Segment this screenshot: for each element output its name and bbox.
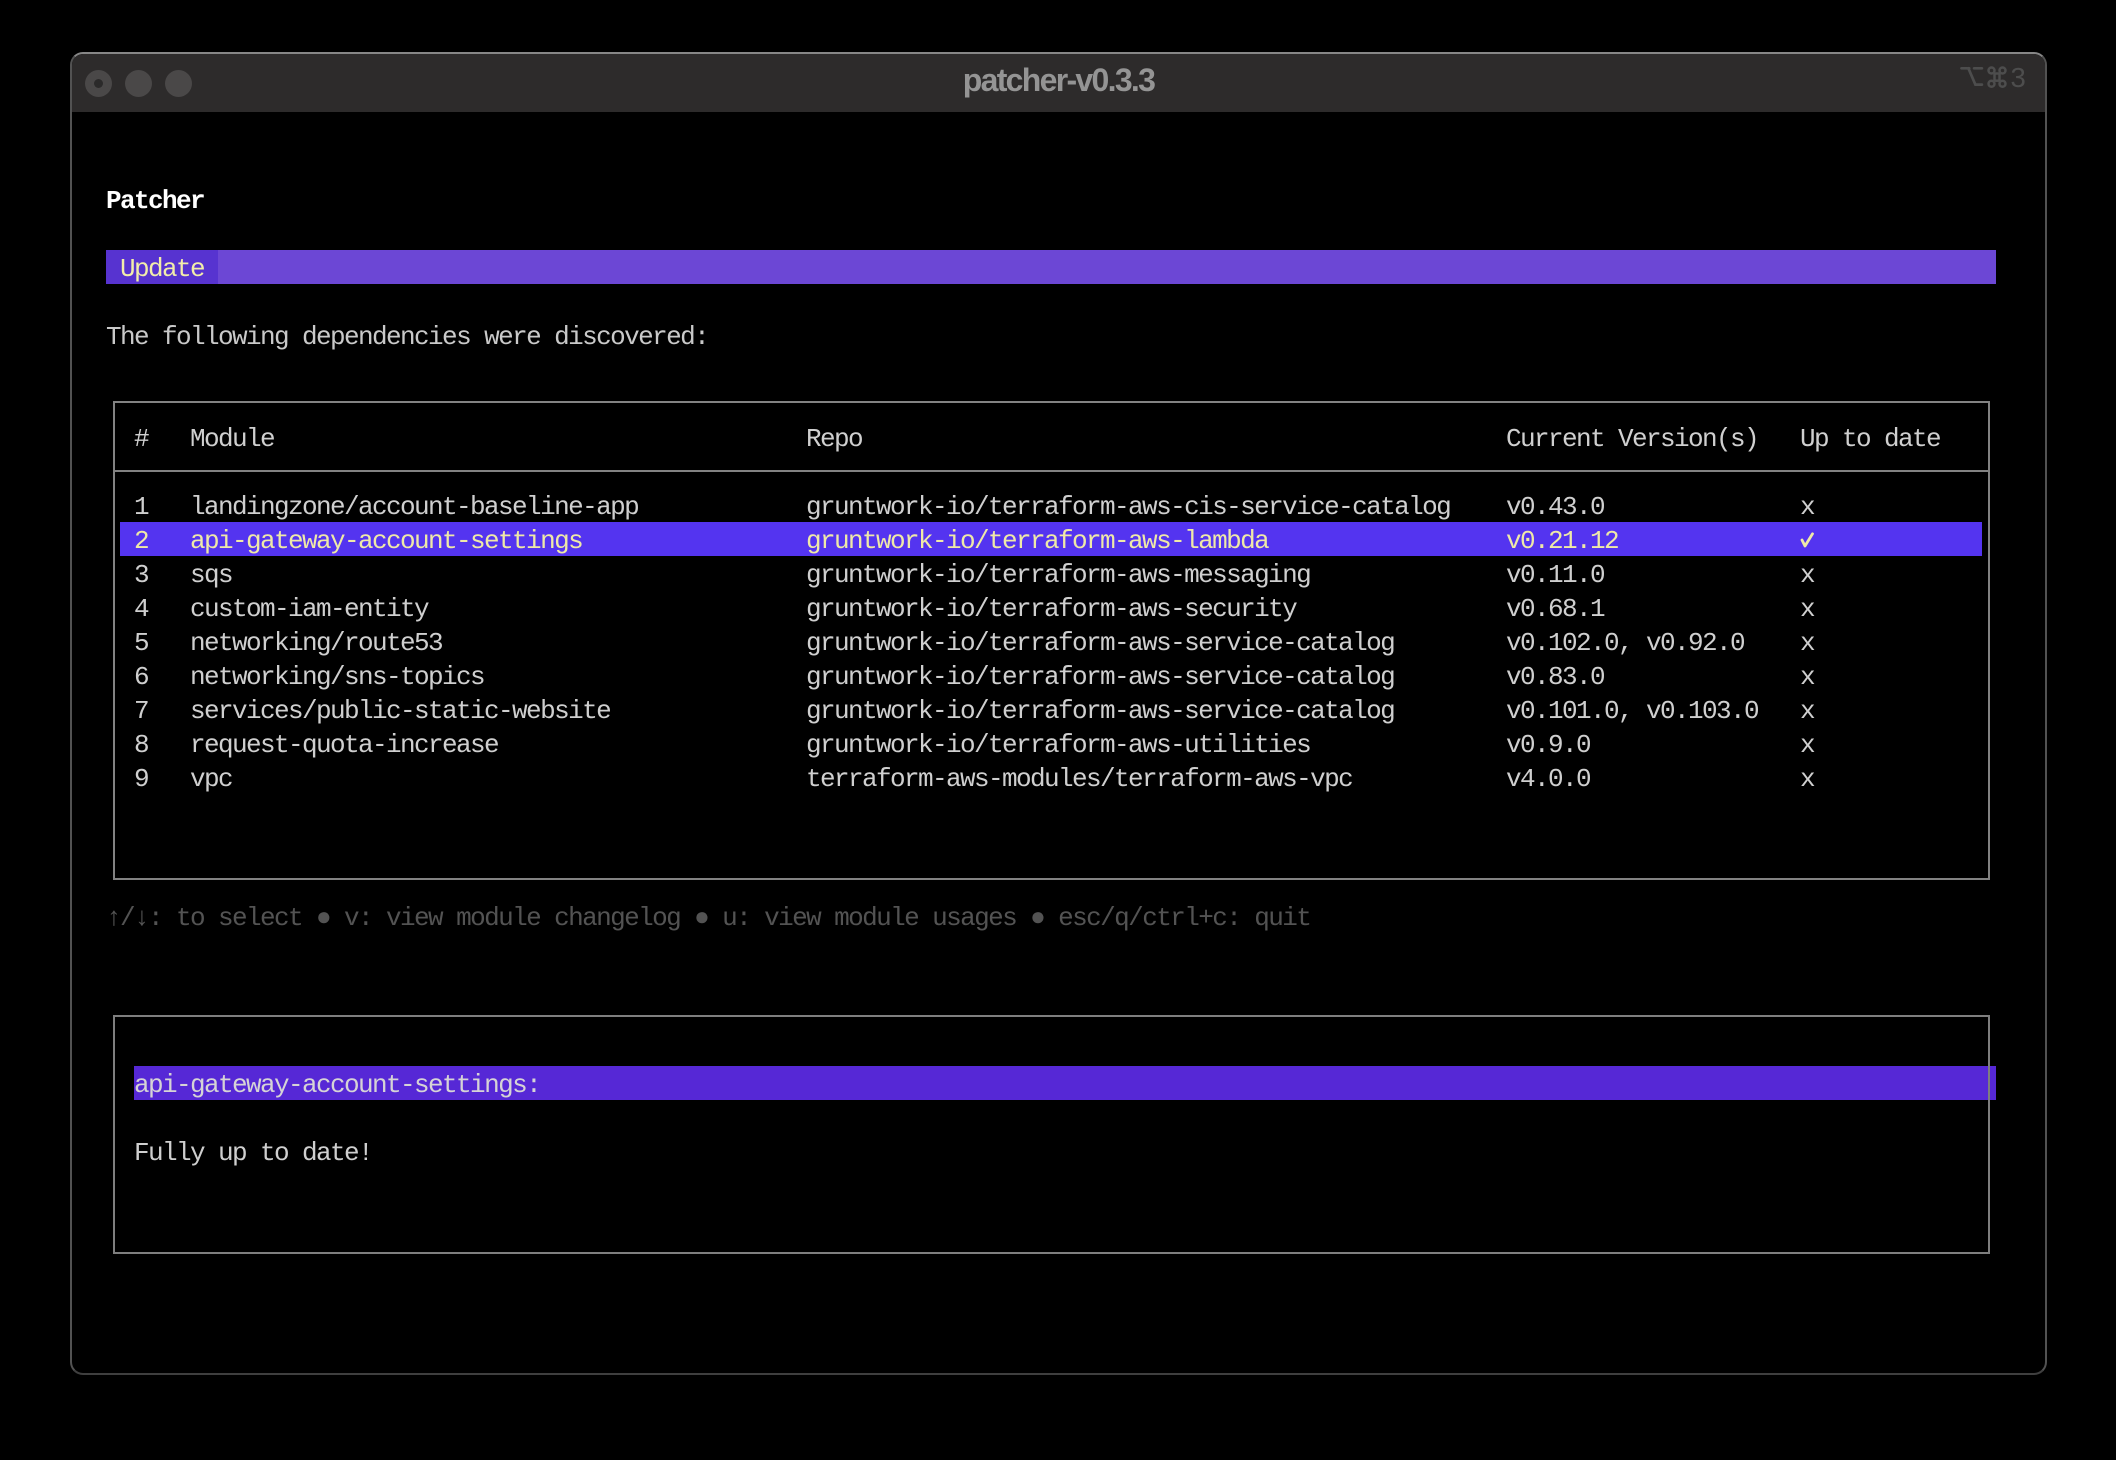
- svg-text:3: 3: [2011, 62, 2026, 92]
